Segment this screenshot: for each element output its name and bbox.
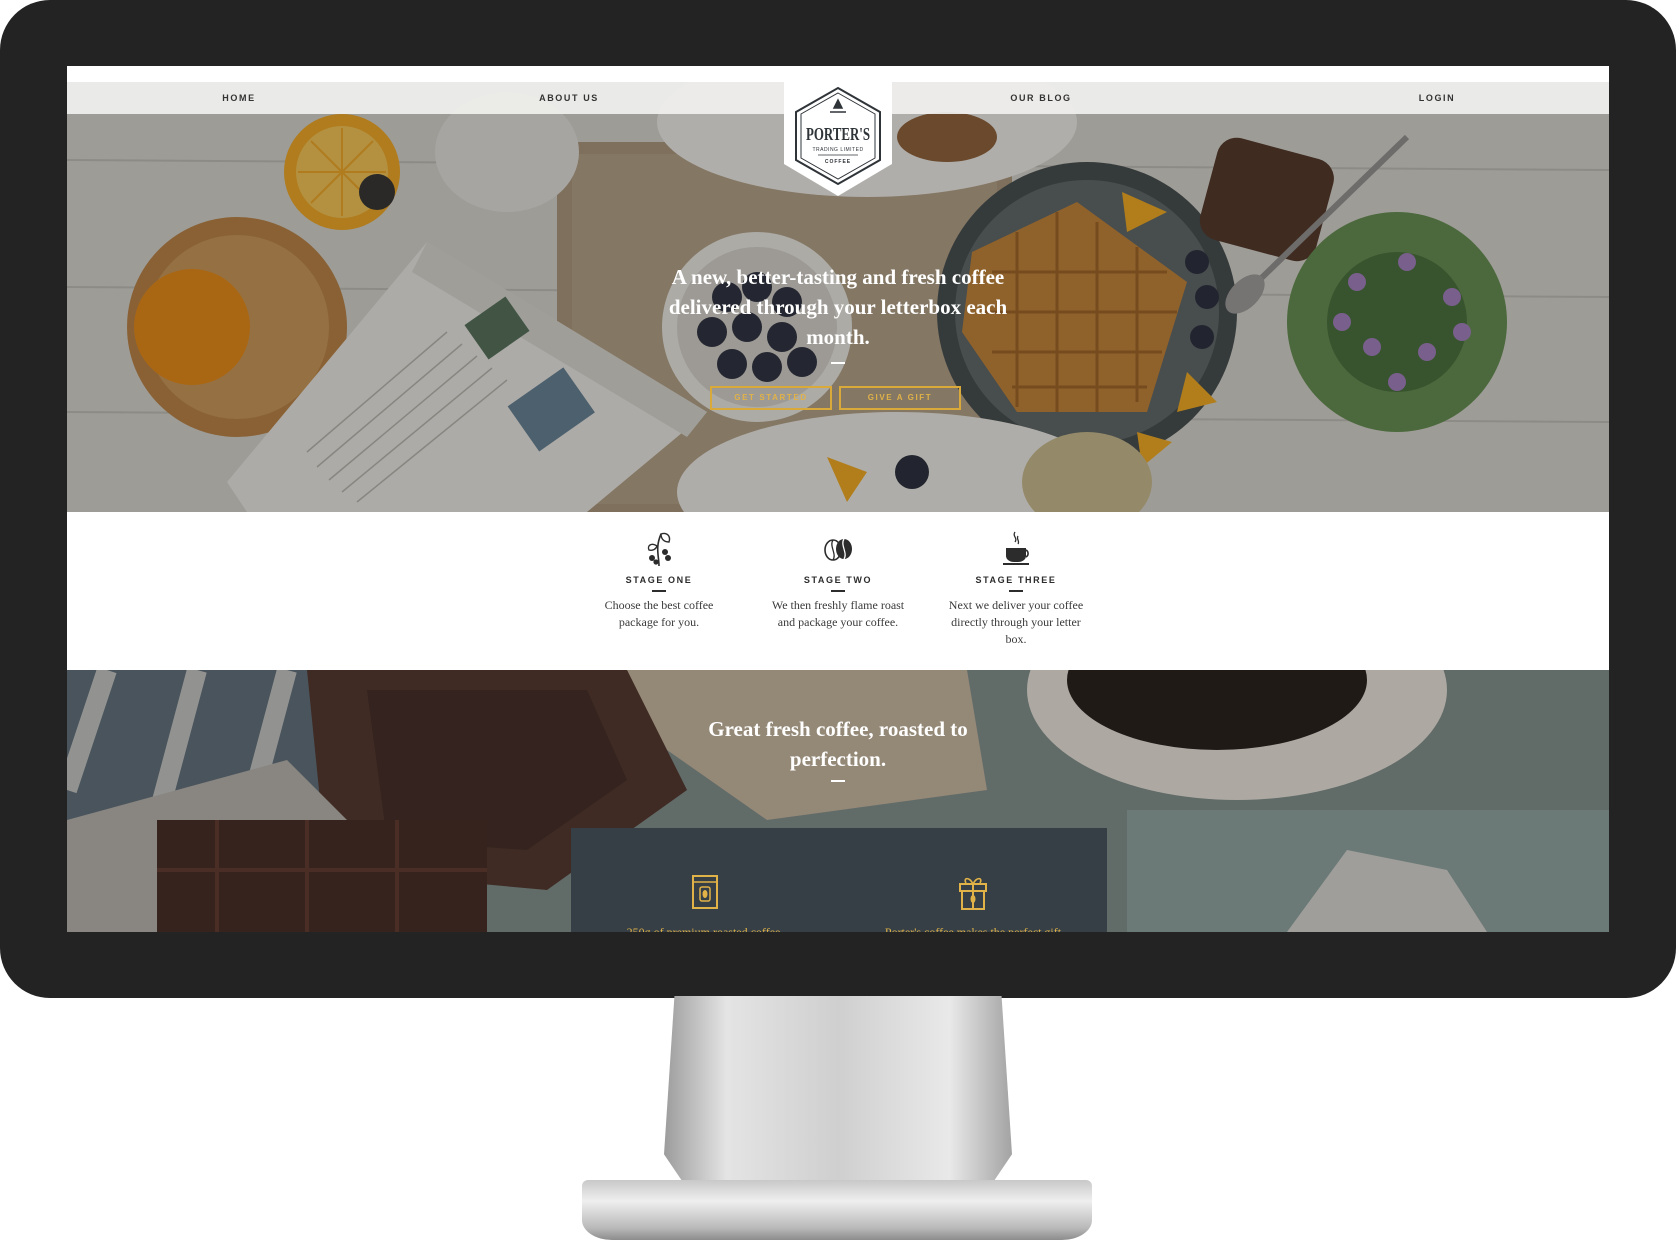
stage-two-title: STAGE TWO xyxy=(803,575,873,585)
feature-coffee-bag: 250g of premium roasted coffee. xyxy=(571,828,839,932)
give-gift-button[interactable]: GIVE A GIFT xyxy=(839,386,961,410)
website-screen: HOME ABOUT US OUR BLOG LOGIN PORTER'S TR… xyxy=(67,66,1609,932)
nav-about-link[interactable]: ABOUT US xyxy=(469,82,669,114)
hero-headline: A new, better-tasting and fresh coffee d… xyxy=(668,265,1008,349)
nav-blog-link[interactable]: OUR BLOG xyxy=(941,82,1141,114)
monitor-stand-neck xyxy=(664,996,1012,1180)
logo-brand-text: PORTER'S xyxy=(806,124,870,144)
coffee-bean-icon xyxy=(824,538,852,561)
stage-three-divider xyxy=(1009,590,1023,592)
stage-three-title: STAGE THREE xyxy=(975,575,1057,585)
coffee-cup-icon xyxy=(1003,531,1029,565)
gift-box-icon xyxy=(959,877,987,910)
features-headline: Great fresh coffee, roasted to perfectio… xyxy=(708,717,968,771)
porters-logo[interactable]: PORTER'S TRADING LIMITED COFFEE xyxy=(784,78,892,196)
features-section: Great fresh coffee, roasted to perfectio… xyxy=(67,670,1609,932)
features-divider xyxy=(831,780,845,782)
coffee-bag-icon xyxy=(692,875,718,909)
stage-two-divider xyxy=(831,590,845,592)
feature-coffee-bag-text: 250g of premium roasted coffee. xyxy=(626,925,784,932)
stage-one-description: Choose the best coffee package for you. xyxy=(604,598,714,629)
nav-login-link[interactable]: LOGIN xyxy=(1337,82,1537,114)
hero-divider xyxy=(831,362,845,364)
logo-tagline-text: TRADING LIMITED xyxy=(812,147,863,153)
nav-home-link[interactable]: HOME xyxy=(139,82,339,114)
stage-two-description: We then freshly flame roast and package … xyxy=(771,598,905,629)
monitor-stand-foot xyxy=(582,1180,1092,1240)
stage-three-description: Next we deliver your coffee directly thr… xyxy=(948,598,1084,646)
stages-section: STAGE ONE Choose the best coffee package… xyxy=(67,512,1609,670)
feature-gift-text: Porter's coffee makes the perfect gift xyxy=(884,925,1062,932)
coffee-plant-icon xyxy=(647,532,671,567)
logo-product-text: COFFEE xyxy=(825,159,851,165)
stage-one-title: STAGE ONE xyxy=(625,575,693,585)
features-panel: 250g of premium roasted coffee. Porter's… xyxy=(571,828,1107,932)
feature-gift: Porter's coffee makes the perfect gift xyxy=(839,828,1107,932)
stage-one-divider xyxy=(652,590,666,592)
get-started-button[interactable]: GET STARTED xyxy=(710,386,832,410)
